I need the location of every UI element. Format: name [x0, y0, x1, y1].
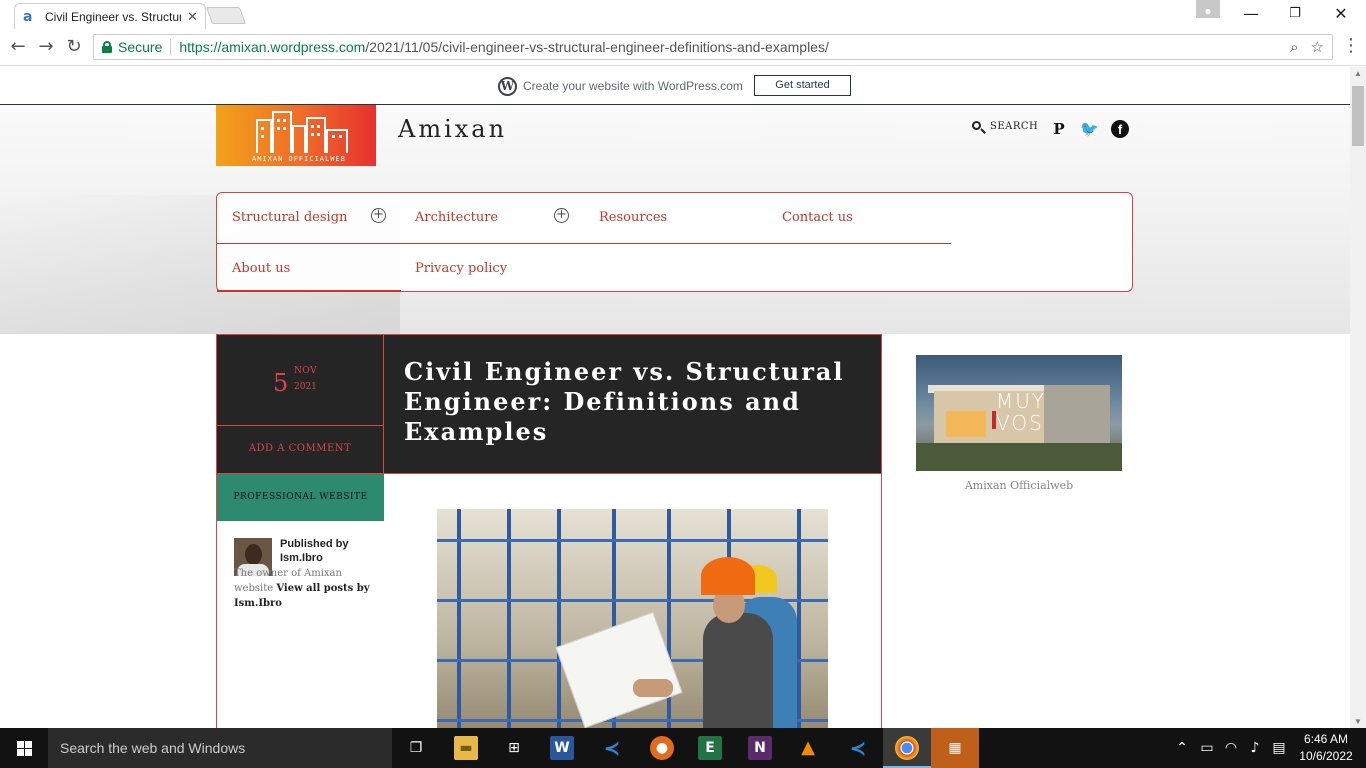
restore-button[interactable]: ❐	[1272, 3, 1318, 25]
wifi-icon[interactable]: ◠	[1220, 728, 1242, 768]
pinterest-icon[interactable]: P	[1050, 120, 1068, 138]
wordpress-banner-text[interactable]: Create your website with WordPress.com	[523, 79, 743, 93]
add-comment-link[interactable]: ADD A COMMENT	[217, 426, 384, 474]
notification-icon[interactable]: ▤	[1268, 728, 1290, 768]
main-navigation: Structural design + Architecture + Resou…	[216, 192, 1133, 292]
post-article: 5 NOV 2021 ADD A COMMENT PROFESSIONAL WE…	[216, 334, 882, 728]
browser-tab[interactable]: a Civil Engineer vs. Structural Engineer…	[14, 3, 206, 29]
nav-item-contact-us[interactable]: Contact us	[782, 210, 853, 225]
excel-icon[interactable]: E	[698, 736, 722, 760]
sidebar-image[interactable]: MUY VOS	[916, 355, 1122, 471]
browser-menu-icon[interactable]: ⋮	[1342, 35, 1360, 56]
expand-plus-icon[interactable]: +	[554, 208, 569, 223]
onenote-icon[interactable]: N	[748, 736, 772, 760]
post-category-badge[interactable]: PROFESSIONAL WEBSITE	[217, 474, 384, 521]
search-icon[interactable]	[972, 121, 984, 133]
url-path: /2021/11/05/civil-engineer-vs-structural…	[365, 39, 829, 55]
forward-arrow-icon[interactable]: →	[34, 35, 58, 59]
facebook-icon[interactable]: f	[1111, 120, 1129, 138]
logo-building-icon	[326, 129, 348, 153]
site-logo[interactable]: AMIXAN OFFICIALWEB	[216, 105, 376, 166]
chrome-icon	[895, 736, 919, 760]
clock-time: 6:46 AM	[1303, 732, 1349, 746]
nav-active-underline	[217, 290, 401, 292]
wordpress-logo-icon[interactable]: W	[498, 77, 517, 96]
logo-building-icon	[306, 117, 326, 153]
site-favicon-icon: a	[23, 8, 33, 25]
sidebar-caption: Amixan Officialweb	[964, 479, 1074, 492]
author-bio: The owner of Amixan website View all pos…	[234, 566, 384, 611]
start-button[interactable]	[0, 728, 48, 768]
app-taskbar-button[interactable]: ▦	[931, 728, 979, 768]
vscode-icon[interactable]: ≺	[600, 736, 624, 760]
page-scrollbar[interactable]: ▲ ▼	[1350, 67, 1366, 728]
new-tab-button[interactable]	[205, 7, 247, 24]
vlc-icon[interactable]: ▲	[796, 736, 820, 760]
browser-toolbar: ← → ↻ Secure https://amixan.wordpress.co…	[0, 29, 1366, 66]
nav-item-resources[interactable]: Resources	[599, 210, 667, 225]
nav-divider	[217, 243, 951, 244]
nav-item-structural-design[interactable]: Structural design	[232, 210, 347, 225]
building-app-icon: ▦	[948, 740, 962, 756]
twitter-icon[interactable]: 🐦	[1080, 120, 1099, 138]
tray-expand-icon[interactable]: ⌃	[1172, 728, 1192, 768]
address-bar[interactable]: Secure https://amixan.wordpress.com /202…	[93, 34, 1333, 60]
post-date-month: NOV	[294, 366, 318, 376]
scrollbar-thumb[interactable]	[1352, 86, 1364, 146]
url-separator	[170, 39, 172, 55]
secure-label: Secure	[118, 39, 163, 55]
expand-plus-icon[interactable]: +	[371, 208, 386, 223]
nav-item-architecture[interactable]: Architecture	[415, 210, 498, 225]
post-title-panel: Civil Engineer vs. Structural Engineer: …	[384, 335, 881, 474]
search-button[interactable]: SEARCH	[990, 121, 1038, 132]
lock-icon	[102, 41, 112, 53]
battery-icon[interactable]: ▭	[1196, 728, 1218, 768]
logo-building-icon	[292, 125, 306, 153]
file-explorer-icon[interactable]: ▬	[454, 736, 478, 760]
windows-taskbar: Search the web and Windows ❐ ▬ ⊞ W ≺ ● E…	[0, 728, 1366, 768]
logo-building-icon	[256, 119, 272, 153]
browser-tabstrip: a Civil Engineer vs. Structural Engineer…	[0, 0, 1366, 29]
minimize-button[interactable]: —	[1228, 3, 1274, 25]
chrome-taskbar-button[interactable]	[883, 728, 931, 768]
word-icon[interactable]: W	[550, 736, 574, 760]
logo-caption: AMIXAN OFFICIALWEB	[252, 155, 346, 163]
site-title[interactable]: Amixan	[398, 115, 507, 143]
task-view-icon[interactable]: ❐	[404, 736, 428, 760]
post-date-year: 2021	[294, 382, 317, 392]
nav-item-about-us[interactable]: About us	[232, 261, 290, 276]
author-published-by: Published by Ism.Ibro	[280, 538, 349, 564]
tab-title: Civil Engineer vs. Structural Engineer: …	[45, 9, 181, 24]
wordpress-banner: W Create your website with WordPress.com…	[0, 67, 1350, 105]
system-clock[interactable]: 6:46 AM 10/6/2022	[1296, 731, 1356, 765]
bookmark-star-icon[interactable]: ☆	[1311, 38, 1324, 56]
post-title: Civil Engineer vs. Structural Engineer: …	[404, 357, 845, 446]
zoom-icon[interactable]: ⌕	[1290, 38, 1298, 56]
tab-close-icon[interactable]: ✕	[187, 9, 198, 25]
vscode-icon[interactable]: ≺	[846, 736, 870, 760]
nav-item-privacy-policy[interactable]: Privacy policy	[415, 261, 507, 276]
volume-icon[interactable]: ♪	[1244, 728, 1266, 768]
scroll-down-arrow-icon[interactable]: ▼	[1354, 717, 1362, 726]
back-arrow-icon[interactable]: ←	[6, 35, 30, 59]
page-viewport: W Create your website with WordPress.com…	[0, 67, 1350, 728]
url-host: https://amixan.wordpress.com	[179, 39, 366, 55]
taskbar-search[interactable]: Search the web and Windows	[48, 728, 392, 768]
reload-icon[interactable]: ↻	[62, 35, 86, 59]
post-date-day: 5	[273, 369, 289, 397]
firefox-icon[interactable]: ●	[650, 736, 674, 760]
windows-logo-icon	[17, 741, 32, 756]
sidebar-image-text-2: VOS	[996, 411, 1044, 435]
profile-icon[interactable]: ●	[1196, 0, 1220, 18]
close-window-button[interactable]: ✕	[1318, 3, 1364, 25]
logo-building-icon	[272, 111, 292, 153]
post-date[interactable]: 5 NOV 2021	[217, 335, 384, 426]
get-started-button[interactable]: Get started	[754, 75, 851, 96]
scroll-up-arrow-icon[interactable]: ▲	[1354, 69, 1362, 78]
address-bar-actions: ⌕ ☆	[1290, 38, 1324, 56]
sidebar-image-text-1: MUY	[996, 389, 1047, 413]
store-icon[interactable]: ⊞	[502, 736, 526, 760]
clock-date: 10/6/2022	[1299, 749, 1353, 763]
featured-image	[437, 509, 828, 728]
